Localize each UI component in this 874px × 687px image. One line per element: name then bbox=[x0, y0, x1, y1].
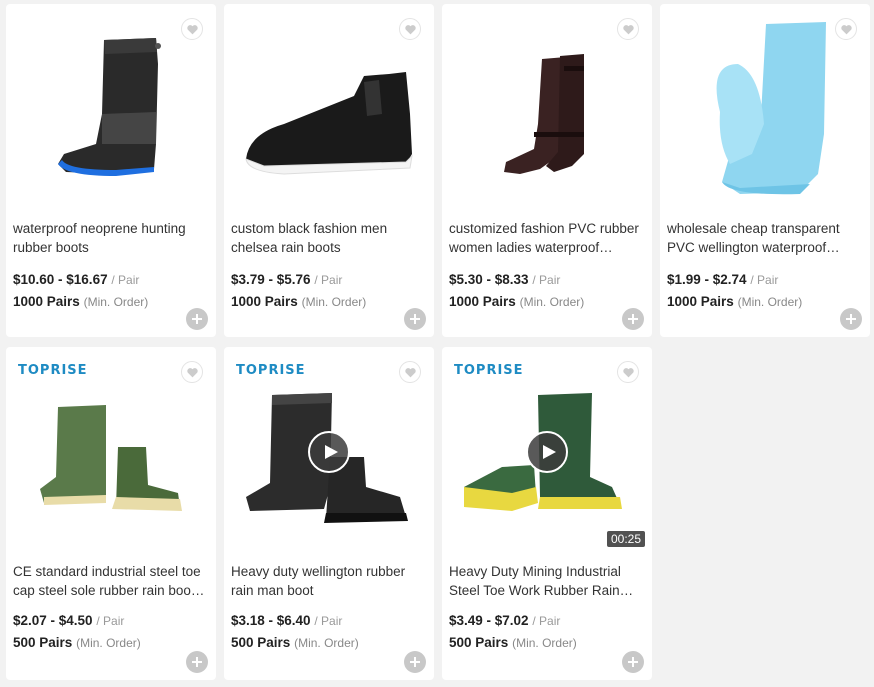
product-title[interactable]: Heavy duty wellington rubber rain man bo… bbox=[231, 562, 428, 600]
favorite-heart-icon[interactable] bbox=[617, 18, 639, 40]
favorite-heart-icon[interactable] bbox=[617, 361, 639, 383]
product-card[interactable]: customized fashion PVC rubber women ladi… bbox=[442, 4, 652, 337]
product-title[interactable]: custom black fashion men chelsea rain bo… bbox=[231, 219, 428, 257]
product-price: $3.79 - $5.76 / Pair bbox=[231, 272, 343, 287]
add-plus-icon[interactable] bbox=[840, 308, 862, 330]
product-card[interactable]: wholesale cheap transparent PVC wellingt… bbox=[660, 4, 870, 337]
min-order: 1000 Pairs (Min. Order) bbox=[667, 294, 803, 309]
add-plus-icon[interactable] bbox=[186, 651, 208, 673]
product-card[interactable]: TOPRISE Heavy duty wellington rubber rai… bbox=[224, 347, 434, 680]
brand-logo: TOPRISE bbox=[454, 363, 524, 378]
product-price: $3.49 - $7.02 / Pair bbox=[449, 613, 561, 628]
play-video-icon[interactable] bbox=[308, 431, 350, 473]
min-order: 500 Pairs (Min. Order) bbox=[231, 635, 359, 650]
video-duration-badge: 00:25 bbox=[606, 531, 645, 547]
favorite-heart-icon[interactable] bbox=[835, 18, 857, 40]
product-price: $10.60 - $16.67 / Pair bbox=[13, 272, 140, 287]
favorite-heart-icon[interactable] bbox=[399, 361, 421, 383]
product-card[interactable]: TOPRISE 00:25 Heavy Duty Mining Industri… bbox=[442, 347, 652, 680]
product-card[interactable]: custom black fashion men chelsea rain bo… bbox=[224, 4, 434, 337]
add-plus-icon[interactable] bbox=[622, 651, 644, 673]
min-order: 1000 Pairs (Min. Order) bbox=[231, 294, 367, 309]
min-order: 1000 Pairs (Min. Order) bbox=[13, 294, 149, 309]
min-order: 500 Pairs (Min. Order) bbox=[13, 635, 141, 650]
product-price: $5.30 - $8.33 / Pair bbox=[449, 272, 561, 287]
product-price: $3.18 - $6.40 / Pair bbox=[231, 613, 343, 628]
product-title[interactable]: customized fashion PVC rubber women ladi… bbox=[449, 219, 646, 257]
product-price: $2.07 - $4.50 / Pair bbox=[13, 613, 125, 628]
product-title[interactable]: wholesale cheap transparent PVC wellingt… bbox=[667, 219, 864, 257]
product-title[interactable]: Heavy Duty Mining Industrial Steel Toe W… bbox=[449, 562, 646, 600]
add-plus-icon[interactable] bbox=[404, 308, 426, 330]
favorite-heart-icon[interactable] bbox=[181, 361, 203, 383]
add-plus-icon[interactable] bbox=[622, 308, 644, 330]
product-title[interactable]: waterproof neoprene hunting rubber boots bbox=[13, 219, 210, 257]
add-plus-icon[interactable] bbox=[186, 308, 208, 330]
favorite-heart-icon[interactable] bbox=[181, 18, 203, 40]
add-plus-icon[interactable] bbox=[404, 651, 426, 673]
play-video-icon[interactable] bbox=[526, 431, 568, 473]
product-price: $1.99 - $2.74 / Pair bbox=[667, 272, 779, 287]
product-card[interactable]: TOPRISE CE standard industrial steel toe… bbox=[6, 347, 216, 680]
product-grid: waterproof neoprene hunting rubber boots… bbox=[0, 0, 874, 687]
product-card[interactable]: waterproof neoprene hunting rubber boots… bbox=[6, 4, 216, 337]
product-title[interactable]: CE standard industrial steel toe cap ste… bbox=[13, 562, 210, 600]
brand-logo: TOPRISE bbox=[18, 363, 88, 378]
brand-logo: TOPRISE bbox=[236, 363, 306, 378]
favorite-heart-icon[interactable] bbox=[399, 18, 421, 40]
min-order: 500 Pairs (Min. Order) bbox=[449, 635, 577, 650]
min-order: 1000 Pairs (Min. Order) bbox=[449, 294, 585, 309]
